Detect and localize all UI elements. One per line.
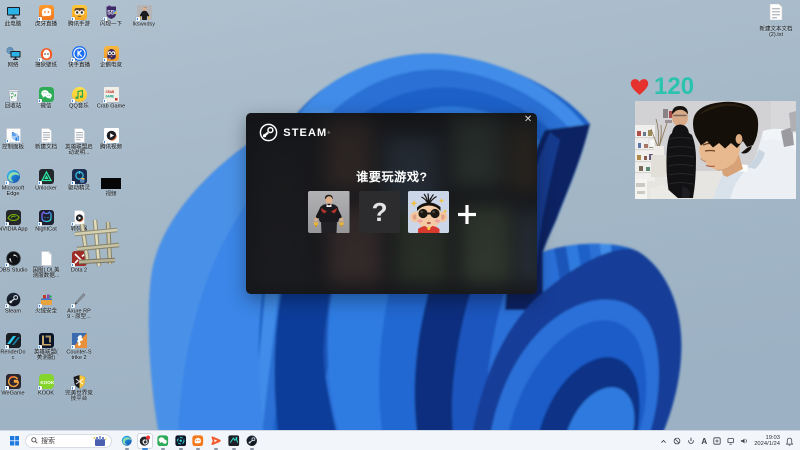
svg-text:CRAB: CRAB — [105, 91, 114, 95]
svg-text:KOOK: KOOK — [40, 380, 54, 385]
